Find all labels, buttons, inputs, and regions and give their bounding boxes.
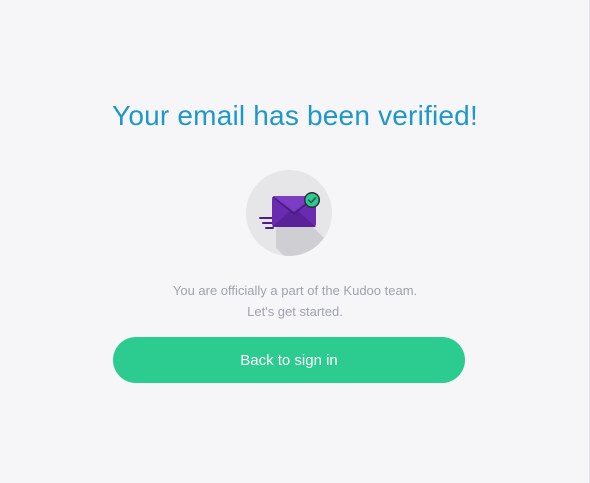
message-line-1: You are officially a part of the Kudoo t… bbox=[172, 283, 418, 298]
verification-page: Your email has been verified! You are of… bbox=[0, 0, 590, 483]
envelope-verified-icon bbox=[246, 170, 332, 256]
check-circle-icon bbox=[304, 192, 320, 208]
message-line-2: Let's get started. bbox=[247, 304, 343, 319]
page-title: Your email has been verified! bbox=[112, 100, 478, 131]
back-to-sign-in-button[interactable]: Back to sign in bbox=[113, 337, 465, 383]
confirmation-message: You are officially a part of the Kudoo t… bbox=[0, 280, 590, 322]
